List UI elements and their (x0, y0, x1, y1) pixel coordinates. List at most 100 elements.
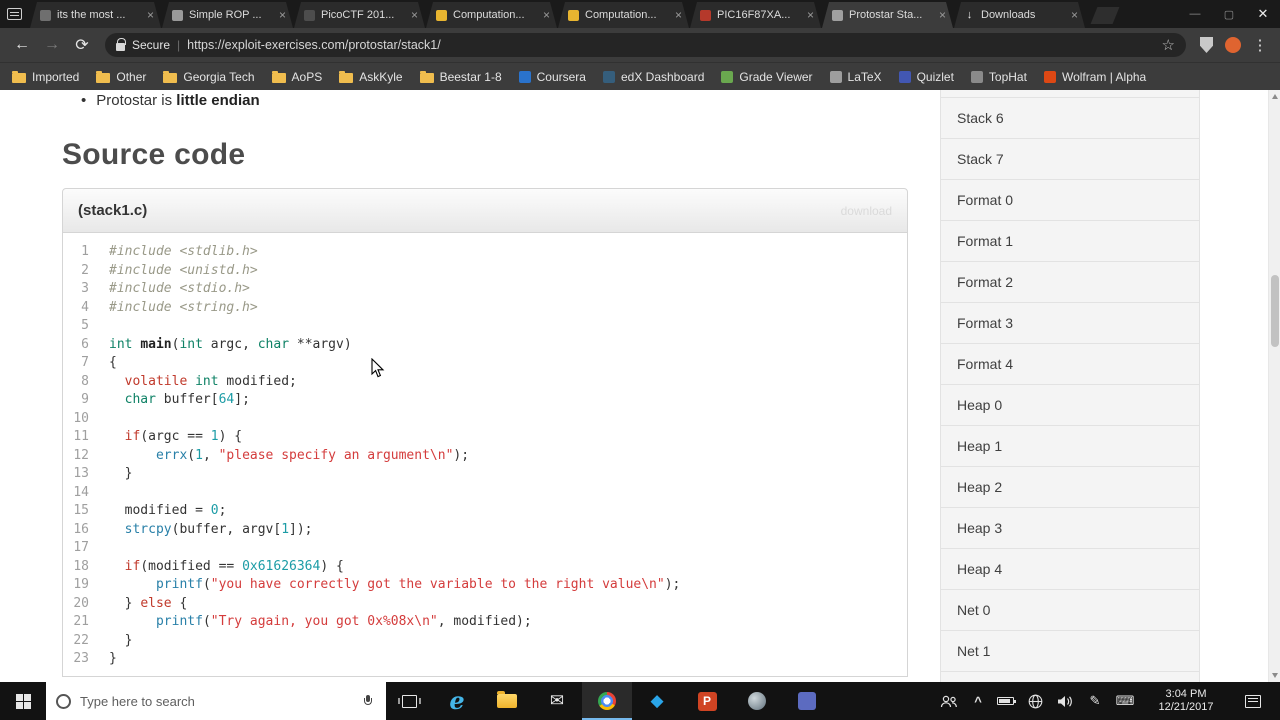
bookmark-label: Quizlet (916, 69, 954, 84)
sidebar-item[interactable]: Heap 3 (940, 507, 1200, 549)
flag-icon (304, 10, 315, 21)
action-center-button[interactable] (1232, 694, 1274, 708)
chrome-taskbar-button[interactable] (582, 682, 632, 720)
browser-tab[interactable]: Simple ROP ... × (162, 2, 293, 28)
bookmark-item[interactable]: AskKyle (339, 70, 403, 84)
tab-close-icon[interactable]: × (279, 9, 286, 21)
bookmark-item[interactable]: Quizlet (898, 69, 954, 84)
scrollbar-up-icon[interactable] (1269, 90, 1280, 103)
browser-tab[interactable]: Computation... × (426, 2, 557, 28)
start-button[interactable] (0, 682, 46, 720)
bookmark-item[interactable]: Imported (12, 70, 79, 84)
sidebar-item[interactable]: Net 0 (940, 589, 1200, 631)
bookmark-item[interactable]: edX Dashboard (602, 70, 704, 84)
maximize-button[interactable]: ▢ (1212, 0, 1246, 28)
code-line: 20 } else { (63, 595, 907, 614)
sidebar-item[interactable]: Format 2 (940, 261, 1200, 303)
close-button[interactable]: ✕ (1246, 0, 1280, 28)
tab-list-icon[interactable] (7, 8, 22, 20)
line-number: 23 (73, 651, 89, 666)
browser-tab[interactable]: Protostar Sta... × (822, 2, 953, 28)
browser-tab[interactable]: PicoCTF 201... × (294, 2, 425, 28)
browser-tab[interactable]: Computation... × (558, 2, 689, 28)
download-link[interactable]: download (841, 204, 892, 218)
volume-button[interactable] (1050, 682, 1080, 720)
bookmark-item[interactable]: LaTeX (829, 70, 882, 84)
tab-close-icon[interactable]: × (543, 9, 550, 21)
code-line: 4 #include <string.h> (63, 299, 907, 318)
taskbar-search[interactable]: Type here to search (46, 682, 386, 720)
sidebar-item[interactable]: Net 1 (940, 630, 1200, 672)
page-scrollbar[interactable] (1268, 90, 1280, 682)
bookmark-item[interactable]: Grade Viewer (721, 70, 813, 84)
bookmark-item[interactable]: TopHat (970, 70, 1027, 84)
back-icon[interactable]: ← (8, 31, 36, 59)
browser-tab[interactable]: PIC16F87XA... × (690, 2, 821, 28)
sidebar-item-partial[interactable] (940, 671, 1200, 682)
taskbar-clock[interactable]: 3:04 PM 12/21/2017 (1140, 688, 1232, 714)
sidebar-item[interactable]: Heap 2 (940, 466, 1200, 508)
line-number: 21 (73, 614, 89, 629)
shield-extension-icon[interactable] (1200, 37, 1213, 53)
powerpoint-taskbar-button[interactable]: P (682, 682, 732, 720)
bookmark-item[interactable]: Wolfram | Alpha (1043, 70, 1146, 84)
bookmark-item[interactable]: Beestar 1-8 (419, 70, 502, 84)
mail-taskbar-button[interactable]: ✉ (532, 682, 582, 720)
sidebar-item[interactable]: Stack 6 (940, 97, 1200, 139)
mixed-reality-taskbar-button[interactable]: ◆ (632, 682, 682, 720)
tab-close-icon[interactable]: × (147, 9, 154, 21)
bookmark-item[interactable]: Coursera (518, 70, 586, 84)
tab-close-icon[interactable]: × (1071, 9, 1078, 21)
bookmark-item[interactable]: AoPS (271, 70, 322, 84)
code-text: } (109, 651, 117, 666)
people-button[interactable] (932, 682, 966, 720)
app-taskbar-button[interactable] (782, 682, 832, 720)
tray-expand-button[interactable]: ^ (966, 682, 990, 720)
task-view-button[interactable] (386, 682, 432, 720)
scrollbar-thumb[interactable] (1270, 275, 1279, 347)
file-explorer-taskbar-button[interactable] (482, 682, 532, 720)
forward-icon[interactable]: → (38, 31, 66, 59)
sidebar-item[interactable]: Format 4 (940, 343, 1200, 385)
reload-icon[interactable]: ⟳ (68, 31, 96, 59)
sidebar-item[interactable]: Heap 0 (940, 384, 1200, 426)
system-tray: ^ ✎ ⌨ 3:04 PM 12/21/2017 (932, 682, 1280, 720)
sidebar-item[interactable]: Format 0 (940, 179, 1200, 221)
tab-close-icon[interactable]: × (807, 9, 814, 21)
browser-menu-icon[interactable]: ⋮ (1248, 36, 1272, 54)
scrollbar-down-icon[interactable] (1269, 669, 1280, 682)
address-bar[interactable]: Secure | https://exploit-exercises.com/p… (105, 33, 1186, 57)
bookmark-star-icon[interactable]: ☆ (1162, 36, 1175, 54)
code-text: } (109, 632, 133, 648)
bookmark-item[interactable]: Other (96, 70, 146, 84)
sidebar-item[interactable]: Heap 1 (940, 425, 1200, 467)
extension-icon[interactable] (1225, 37, 1241, 53)
pen-button[interactable]: ✎ (1080, 682, 1110, 720)
microphone-icon[interactable] (364, 695, 372, 707)
sidebar-item[interactable]: Format 3 (940, 302, 1200, 344)
battery-button[interactable] (990, 682, 1020, 720)
tab-close-icon[interactable]: × (939, 9, 946, 21)
tab-title: Downloads (981, 9, 1036, 21)
app-icon (798, 692, 816, 710)
new-tab-button[interactable] (1090, 7, 1120, 24)
steam-icon (748, 692, 766, 710)
network-button[interactable] (1020, 682, 1050, 720)
edge-taskbar-button[interactable]: e (432, 682, 482, 720)
powerpoint-icon: P (697, 691, 717, 711)
tab-close-icon[interactable]: × (675, 9, 682, 21)
minimize-button[interactable]: — (1178, 0, 1212, 28)
sidebar-item[interactable]: Heap 4 (940, 548, 1200, 590)
url-text[interactable]: https://exploit-exercises.com/protostar/… (187, 38, 1154, 52)
tab-close-icon[interactable]: × (411, 9, 418, 21)
touch-keyboard-button[interactable]: ⌨ (1110, 682, 1140, 720)
browser-tab[interactable]: ↓ Downloads × (954, 2, 1085, 28)
sidebar-item[interactable]: Format 1 (940, 220, 1200, 262)
code-line: 18 if(modified == 0x61626364) { (63, 558, 907, 577)
code-line: 16 strcpy(buffer, argv[1]); (63, 521, 907, 540)
browser-tab[interactable]: its the most ... × (30, 2, 161, 28)
steam-taskbar-button[interactable] (732, 682, 782, 720)
sidebar-item[interactable]: Stack 7 (940, 138, 1200, 180)
mixed-reality-icon: ◆ (650, 691, 664, 710)
bookmark-item[interactable]: Georgia Tech (163, 70, 255, 84)
